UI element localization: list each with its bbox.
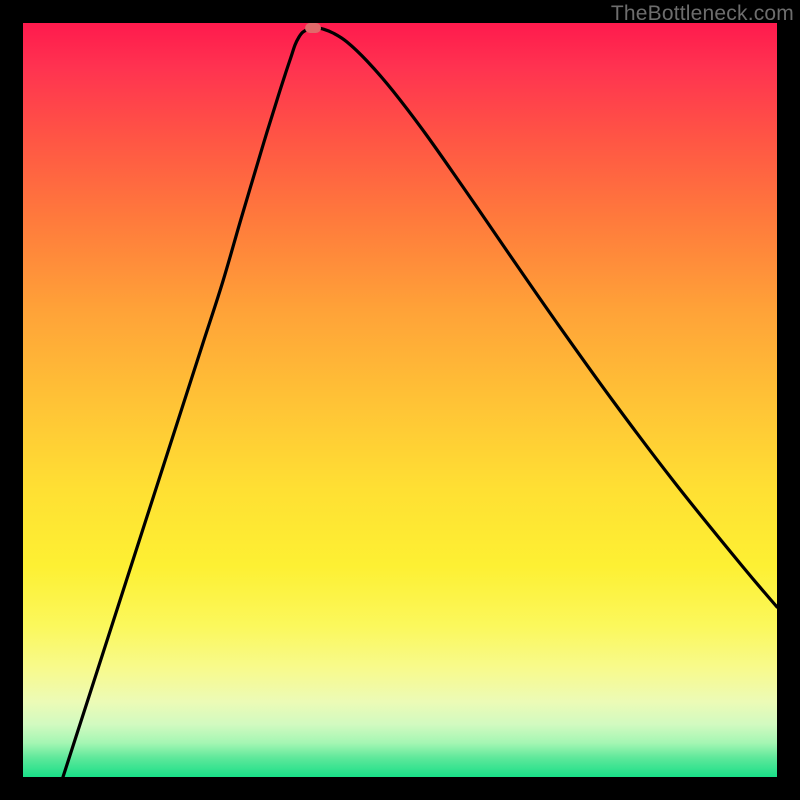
- chart-frame: [23, 23, 777, 777]
- chart-background-gradient: [23, 23, 777, 777]
- minimum-marker: [305, 23, 321, 33]
